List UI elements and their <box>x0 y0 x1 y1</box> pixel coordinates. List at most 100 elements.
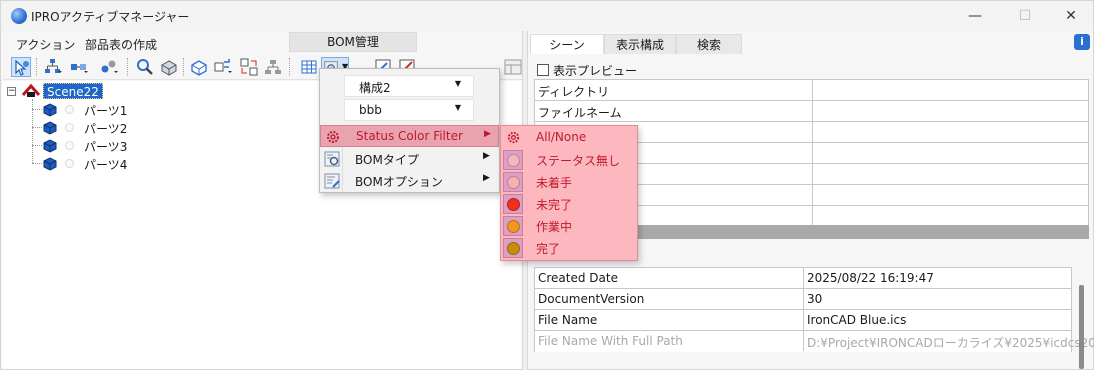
main-window: IPROアクティブマネージャー — ☐ ✕ アクション 部品表の作成 BOM管理 <box>0 0 1094 370</box>
filter-item-all-none[interactable]: All/None <box>501 127 637 149</box>
scene-icon <box>21 83 41 99</box>
status-color-swatch <box>507 242 520 255</box>
configuration-select[interactable]: 構成2 ▼ <box>344 75 474 97</box>
property-row[interactable]: Created Date 2025/08/22 16:19:47 <box>534 268 1072 289</box>
bom-settings-menu: 構成2 ▼ bbb ▼ Status Color Filter ▶ BOMタイプ… <box>319 68 500 193</box>
tab-display-config[interactable]: 表示構成 <box>604 34 676 54</box>
tree-item-part[interactable]: パーツ2 <box>32 119 152 136</box>
tree-item-part[interactable]: パーツ3 <box>32 137 152 154</box>
table-icon[interactable] <box>299 57 319 77</box>
submenu-arrow-icon: ▶ <box>484 129 491 139</box>
tree-connector <box>32 127 42 128</box>
filter-item-label: 完了 <box>536 242 561 256</box>
column-divider <box>812 164 813 184</box>
bom-type-icon <box>323 150 341 168</box>
toolbar-separator <box>36 58 37 76</box>
status-color-swatch <box>507 198 520 211</box>
filter-item-label: ステータス無し <box>536 154 621 168</box>
bom-name-select-value: bbb <box>359 103 382 117</box>
property-value: D:¥Project¥IRONCADローカライズ¥2025¥icdcs2025¥… <box>807 336 1094 350</box>
zoom-search-icon[interactable] <box>135 57 155 77</box>
dropdown-arrow-icon: ▼ <box>454 79 461 88</box>
tab-search[interactable]: 検索 <box>676 34 742 54</box>
vertical-scrollbar[interactable] <box>1079 285 1084 369</box>
bom-name-select[interactable]: bbb ▼ <box>344 99 474 121</box>
property-key: File Name <box>538 313 598 327</box>
filter-item-not-started[interactable]: 未着手 <box>501 171 637 193</box>
filter-item-incomplete[interactable]: 未完了 <box>501 193 637 215</box>
tree-item-label: パーツ1 <box>84 104 128 118</box>
property-key: File Name With Full Path <box>538 334 683 348</box>
part-icon <box>42 138 58 153</box>
column-divider <box>812 185 813 205</box>
column-divider <box>812 143 813 163</box>
tree-connector <box>32 145 42 146</box>
status-color-swatch <box>507 154 520 167</box>
menu-item-label: BOMタイプ <box>355 153 419 167</box>
assembly-tree-icon[interactable] <box>43 57 63 77</box>
configuration-select-value: 構成2 <box>359 81 391 95</box>
tree-item-part[interactable]: パーツ1 <box>32 101 152 118</box>
maximize-button[interactable]: ☐ <box>1014 6 1036 26</box>
status-color-swatch <box>507 176 520 189</box>
minimize-button[interactable]: — <box>964 6 986 26</box>
bom-option-icon <box>323 172 341 190</box>
toolbar-separator <box>289 58 290 76</box>
status-color-swatch <box>507 220 520 233</box>
link-parts-icon[interactable] <box>69 57 89 77</box>
submenu-arrow-icon: ▶ <box>483 173 490 183</box>
display-preview-checkbox[interactable] <box>537 64 549 76</box>
filter-item-no-status[interactable]: ステータス無し <box>501 149 637 171</box>
property-row[interactable]: ファイルネーム <box>534 101 1089 122</box>
filter-item-label: 未完了 <box>536 198 573 212</box>
components-icon[interactable] <box>99 57 119 77</box>
menu-item-label: BOMオプション <box>355 175 443 189</box>
column-divider <box>803 289 804 309</box>
property-key: ファイルネーム <box>538 106 622 120</box>
menu-create-bom[interactable]: 部品表の作成 <box>85 36 157 53</box>
property-row[interactable]: DocumentVersion 30 <box>534 289 1072 310</box>
color-swatch-frame <box>503 238 523 258</box>
column-divider <box>803 331 804 351</box>
filter-item-label: All/None <box>536 130 587 144</box>
tree-item-part[interactable]: パーツ4 <box>32 155 152 172</box>
part-view-icon[interactable] <box>159 57 179 77</box>
menu-action[interactable]: アクション <box>16 36 75 53</box>
tree-root-scene[interactable]: Scene22 <box>43 83 103 99</box>
layout-icon[interactable] <box>503 57 523 77</box>
column-divider <box>803 268 804 288</box>
close-button[interactable]: ✕ <box>1060 6 1082 26</box>
filter-item-complete[interactable]: 完了 <box>501 237 637 259</box>
tree-item-label: パーツ4 <box>84 158 128 172</box>
status-dot <box>65 159 74 168</box>
property-row[interactable]: ディレクトリ <box>534 80 1089 101</box>
part-icon <box>42 120 58 135</box>
column-divider <box>812 101 813 121</box>
select-tool-icon[interactable] <box>11 57 31 77</box>
property-row[interactable]: File Name With Full Path D:¥Project¥IRONC… <box>534 331 1094 352</box>
menu-item-bom-type[interactable]: BOMタイプ ▶ <box>320 148 499 170</box>
property-value: 2025/08/22 16:19:47 <box>807 271 934 285</box>
menu-item-bom-option[interactable]: BOMオプション ▶ <box>320 170 499 192</box>
box-icon[interactable] <box>189 57 209 77</box>
tab-scene[interactable]: シーン <box>530 34 604 54</box>
filter-item-in-progress[interactable]: 作業中 <box>501 215 637 237</box>
bom-management-tab[interactable]: BOM管理 <box>289 32 417 52</box>
hierarchy-icon[interactable] <box>263 57 283 77</box>
gear-icon <box>505 129 522 146</box>
status-dot <box>65 141 74 150</box>
menu-bar: アクション 部品表の作成 <box>1 32 526 54</box>
column-divider <box>812 80 813 100</box>
menu-item-status-color-filter[interactable]: Status Color Filter ▶ <box>320 125 499 147</box>
swap-icon[interactable] <box>239 57 259 77</box>
part-icon <box>42 102 58 117</box>
tree-collapse-toggle[interactable]: − <box>7 87 16 96</box>
submenu-arrow-icon: ▶ <box>483 151 490 161</box>
color-swatch-frame <box>503 150 523 170</box>
title-bar: IPROアクティブマネージャー — ☐ ✕ <box>1 1 1093 31</box>
transfer-icon[interactable] <box>213 57 233 77</box>
tree-connector <box>32 109 42 110</box>
display-preview-label: 表示プレビュー <box>553 64 638 78</box>
property-row[interactable]: File Name IronCAD Blue.ics <box>534 310 1072 331</box>
info-icon[interactable]: i <box>1074 34 1090 50</box>
